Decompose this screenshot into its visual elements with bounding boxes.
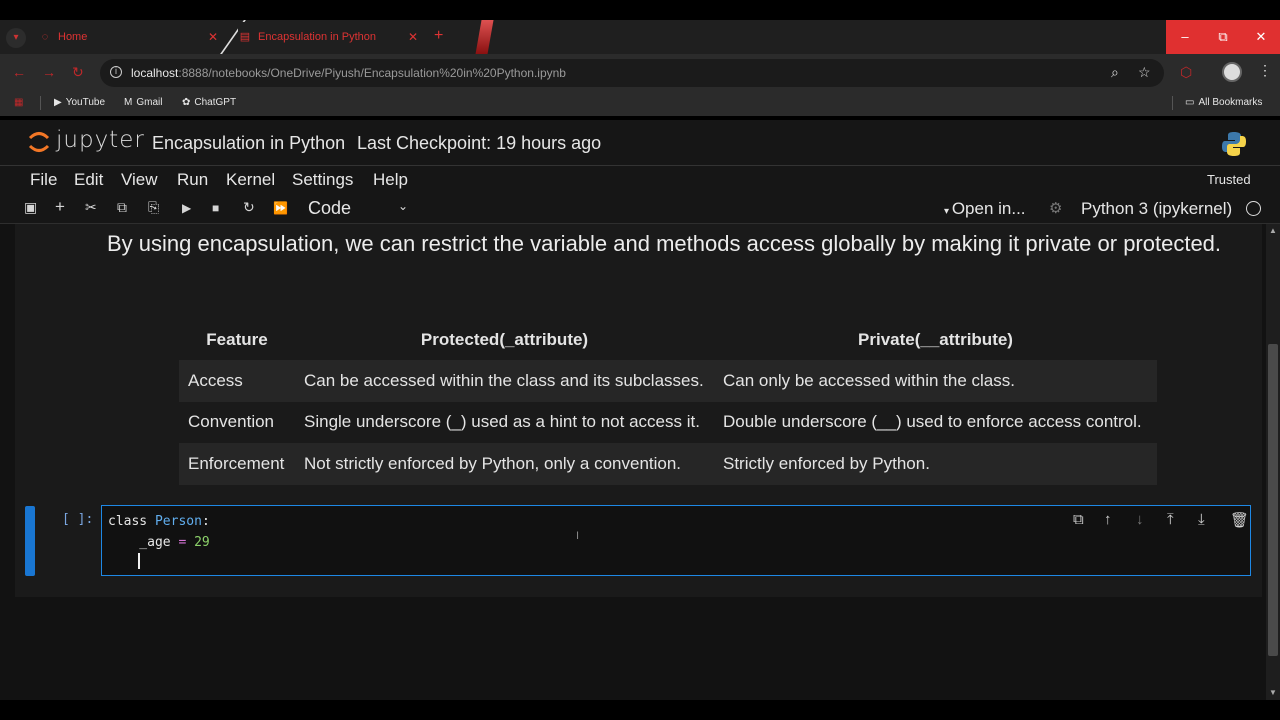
text-cursor [138,553,140,569]
jupyter-logo-icon[interactable] [28,129,50,155]
chevron-down-icon: ▾ [944,206,952,217]
tab-home[interactable]: ◌ Home ✕ [38,22,224,54]
table-cell: Single underscore (_) used as a hint to … [295,401,714,443]
bookmark-chatgpt[interactable]: ✿ ChatGPT [182,97,236,108]
insert-below-icon[interactable]: ⤓ [1198,511,1205,528]
scroll-up-icon[interactable]: ▲ [1269,226,1277,235]
table-cell: Not strictly enforced by Python, only a … [295,443,714,485]
bookmark-divider [40,96,41,110]
back-arrow-icon[interactable]: ← [12,64,26,80]
jupyter-logo-text[interactable]: jupyter [56,127,145,153]
forward-arrow-icon[interactable]: → [42,64,56,80]
table-row: Convention Single underscore (_) used as… [179,401,1157,443]
zoom-icon[interactable]: ⌕ [1111,64,1119,81]
scroll-down-icon[interactable]: ▼ [1269,688,1277,697]
apps-grid-icon[interactable]: ▦ [14,97,23,108]
table-cell: Enforcement [179,443,295,485]
active-cell-indicator [25,506,35,576]
site-info-icon[interactable]: i [110,66,122,78]
code-content[interactable]: class Person: _age = 29 [108,512,210,553]
cut-icon[interactable]: ✂ [85,199,97,216]
menu-help[interactable]: Help [373,170,408,190]
save-icon[interactable]: ▣ [24,199,37,216]
gear-icon[interactable]: ⚙ [1049,199,1062,217]
scrollbar-thumb[interactable] [1268,344,1278,656]
tab-encapsulation[interactable]: ▤ Encapsulation in Python ✕ [238,22,424,54]
table-cell: Access [179,360,295,402]
table-cell: Strictly enforced by Python. [714,443,1157,485]
trusted-indicator[interactable]: Trusted [1207,172,1251,187]
tab-search-chevron-icon[interactable]: ▾ [6,28,26,48]
comparison-table: Feature Protected(_attribute) Private(__… [179,320,1157,485]
chatgpt-icon: ✿ [182,97,191,108]
extensions-icon[interactable]: ⬡ [1180,64,1192,81]
insert-above-icon[interactable]: ⤒ [1167,511,1174,528]
table-header-row: Feature Protected(_attribute) Private(__… [179,320,1157,360]
notebook-title[interactable]: Encapsulation in Python [152,133,345,154]
all-bookmarks[interactable]: ▭ All Bookmarks [1185,97,1262,108]
bookmark-gmail[interactable]: M Gmail [124,97,162,108]
mouse-ibeam-cursor: I [576,530,580,542]
kernel-status-icon [1246,201,1261,216]
last-checkpoint: Last Checkpoint: 19 hours ago [357,133,602,153]
restart-icon[interactable]: ↻ [243,199,255,216]
close-tab-icon[interactable]: ✕ [208,22,218,52]
jupyter-tab-icon: ◌ [41,31,49,43]
table-cell: Can be accessed within the class and its… [295,360,714,402]
add-cell-icon[interactable]: + [55,197,65,217]
fast-forward-icon[interactable]: ⏩ [273,201,288,215]
table-header: Private(__attribute) [858,330,1013,349]
cell-type-select[interactable]: Code [308,198,351,219]
restore-button[interactable]: ⧉ [1204,20,1242,54]
table-cell: Can only be accessed within the class. [714,360,1157,402]
reload-icon[interactable]: ↻ [72,64,84,81]
stop-icon[interactable]: ■ [212,201,219,215]
table-row: Enforcement Not strictly enforced by Pyt… [179,443,1157,485]
bookmark-star-icon[interactable]: ☆ [1138,64,1151,81]
youtube-icon: ▶ [54,97,62,108]
table-cell: Convention [179,401,295,443]
menu-view[interactable]: View [121,170,158,190]
cell-prompt: [ ]: [62,512,94,527]
folder-icon: ▭ [1185,97,1195,108]
chevron-down-icon[interactable]: ⌄ [398,199,408,213]
move-down-icon[interactable]: ↓ [1136,511,1144,528]
markdown-paragraph: By using encapsulation, we can restrict … [107,231,1222,256]
copy-icon[interactable]: ⧉ [117,199,127,216]
table-header: Protected(_attribute) [420,330,589,349]
delete-cell-icon[interactable]: 🗑 [1230,511,1249,529]
kernel-name[interactable]: Python 3 (ipykernel) [1081,199,1232,219]
menu-kernel[interactable]: Kernel [226,170,275,190]
python-logo-icon [1222,132,1246,156]
duplicate-cell-icon[interactable]: ⧉ [1073,511,1084,528]
new-tab-button[interactable]: + [434,27,443,45]
notebook-tab-icon: ▤ [239,31,251,43]
window-controls: – ⧉ ✕ [1166,20,1280,54]
minimize-button[interactable]: – [1166,20,1204,54]
more-menu-icon[interactable]: ⋮ [1258,62,1272,79]
bookmark-youtube[interactable]: ▶ YouTube [54,97,105,108]
paste-icon[interactable]: ⎘ [148,199,159,216]
table-header: Feature [206,330,268,349]
open-in-button[interactable]: ▾ Open in... [944,199,1026,219]
profile-avatar[interactable] [1222,62,1242,82]
close-tab-icon[interactable]: ✕ [408,22,418,52]
move-up-icon[interactable]: ↑ [1104,511,1112,528]
table-row: Access Can be accessed within the class … [179,360,1157,402]
menu-settings[interactable]: Settings [292,170,353,190]
menu-run[interactable]: Run [177,170,208,190]
table-cell: Double underscore (__) used to enforce a… [714,401,1157,443]
close-window-button[interactable]: ✕ [1242,20,1280,54]
menu-file[interactable]: File [30,170,57,190]
run-icon[interactable]: ▶ [182,201,191,215]
gmail-icon: M [124,97,133,108]
url-text[interactable]: localhost:8888/notebooks/OneDrive/Piyush… [131,66,566,80]
menu-edit[interactable]: Edit [74,170,103,190]
bookmark-divider [1172,96,1173,110]
